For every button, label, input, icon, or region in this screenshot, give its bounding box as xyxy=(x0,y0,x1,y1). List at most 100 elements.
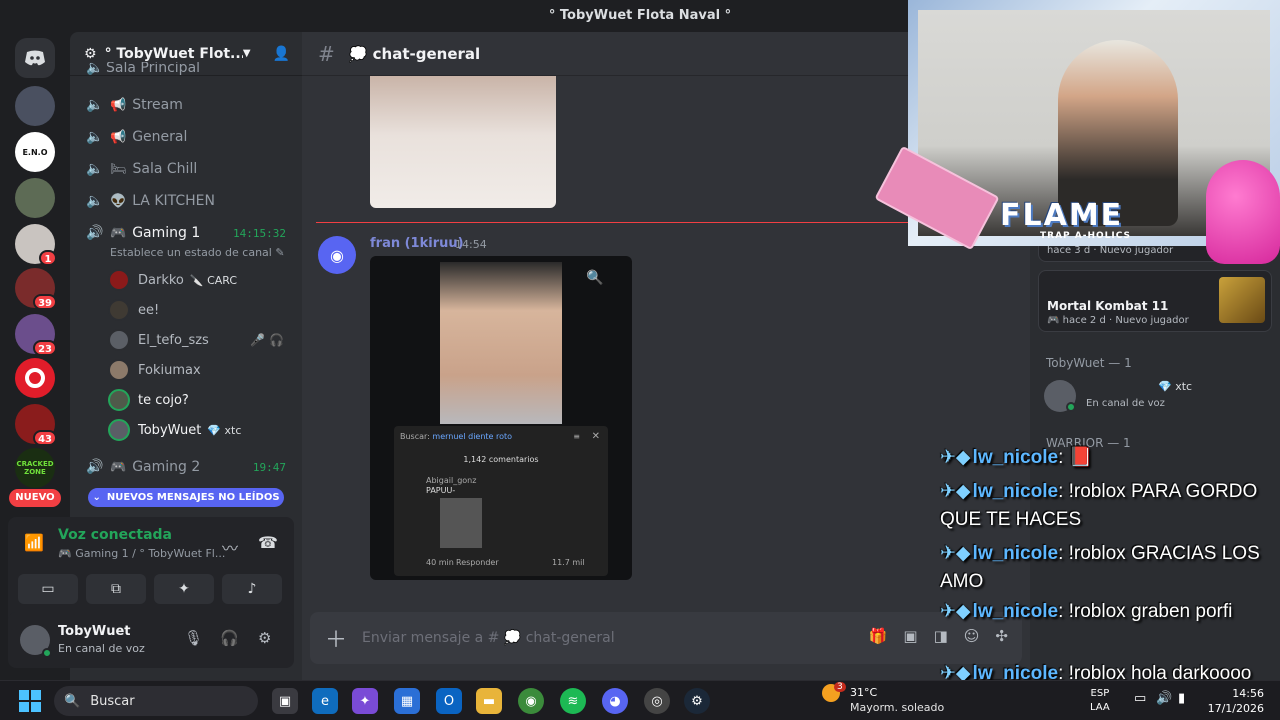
copilot-icon[interactable]: ✦ xyxy=(352,688,378,714)
chat-nick: lw_nicole xyxy=(972,543,1059,564)
speaker-icon: 🔈 xyxy=(86,193,104,209)
screenshare-button[interactable]: ⧉ xyxy=(86,574,146,604)
server-icon[interactable]: 1 xyxy=(15,224,57,266)
message-author[interactable]: fran (1kiruu) xyxy=(370,236,464,251)
volume-icon[interactable]: 🔊 xyxy=(1156,691,1172,706)
voice-user[interactable]: El_tefo_szs 🎤🎧 xyxy=(108,327,288,353)
channel-name: Gaming 2 xyxy=(132,459,201,475)
channel-emoji: 📢 xyxy=(110,97,127,113)
voice-user-name: Darkko xyxy=(138,272,184,288)
server-icon[interactable]: 39 xyxy=(15,268,57,310)
user-panel: TobyWuet En canal de voz 🎙 🎧 ⚙ xyxy=(8,612,294,668)
voice-user[interactable]: ee! xyxy=(108,297,288,323)
home-button[interactable] xyxy=(15,38,55,78)
voice-connected-title[interactable]: Voz conectada xyxy=(58,527,172,543)
video-attachment[interactable]: 🔍 Buscar: mernuel diente roto ≡ ✕ 1,142 … xyxy=(370,256,632,580)
display-icon[interactable]: ▭ xyxy=(1134,691,1146,706)
spotify-icon[interactable]: ≋ xyxy=(560,688,586,714)
discord-logo-icon xyxy=(25,50,45,66)
channel-gaming-2[interactable]: 🔊 🎮 Gaming 2 19:47 xyxy=(78,453,294,481)
chrome-icon[interactable]: ◉ xyxy=(518,688,544,714)
weather-widget[interactable]: 3 31°C Mayorm. soleado xyxy=(822,682,944,714)
zoom-icon[interactable]: 🔍 xyxy=(586,270,603,286)
new-badge[interactable]: NUEVO xyxy=(9,489,61,507)
voice-timer: 19:47 xyxy=(252,460,286,474)
message-input[interactable]: Enviar mensaje a # 💭 chat-general xyxy=(362,630,615,646)
signal-icon: 📶 xyxy=(24,533,44,552)
steam-icon[interactable]: ⚙ xyxy=(684,688,710,714)
channel-status-prompt[interactable]: Establece un estado de canal ✎ xyxy=(110,246,285,259)
channel-title: 💭 chat-general xyxy=(348,44,481,63)
battery-icon[interactable]: ▮ xyxy=(1178,691,1185,706)
video-thumbnail xyxy=(440,262,562,424)
channel-gaming-1[interactable]: 🔊 🎮 Gaming 1 14:15:32 xyxy=(78,219,294,247)
voice-user[interactable]: TobyWuet 💎 xtc xyxy=(108,417,288,443)
channel-la-kitchen[interactable]: 🔈 👽 LA KITCHEN xyxy=(78,187,294,215)
server-icon[interactable]: 43 xyxy=(15,404,57,446)
microphone-icon[interactable]: 🎙 xyxy=(184,629,203,647)
invite-icon[interactable]: 👤 xyxy=(273,46,290,62)
attachment-image[interactable] xyxy=(370,76,556,208)
overlay-chat-line: ✈◆ lw_nicole: 📕 xyxy=(940,444,1280,472)
chevron-down-icon[interactable]: ▼ xyxy=(243,48,251,59)
headphones-icon[interactable]: 🎧 xyxy=(220,629,239,647)
soundboard-icon: ♪ xyxy=(247,581,257,597)
user-name[interactable]: TobyWuet xyxy=(58,624,130,639)
unread-badge: 39 xyxy=(33,294,57,310)
gift-icon[interactable]: 🎁 xyxy=(869,627,888,645)
channel-name: Sala Chill xyxy=(132,161,198,177)
channel-general[interactable]: 🔈 📢 General xyxy=(78,123,294,151)
task-view-icon[interactable]: ▣ xyxy=(272,688,298,714)
taskbar-search[interactable]: 🔍 Buscar xyxy=(54,686,258,716)
search-label: Buscar xyxy=(90,693,135,709)
voice-user-name: te cojo? xyxy=(138,392,189,408)
server-icon-opera[interactable] xyxy=(15,358,55,398)
reply-label: Responder xyxy=(456,558,499,567)
activities-button[interactable]: ✦ xyxy=(154,574,214,604)
speaker-active-icon: 🔊 xyxy=(86,225,104,241)
speaker-icon: 🔈 xyxy=(86,161,104,177)
discord-icon[interactable]: ◕ xyxy=(602,688,628,714)
channel-sala-chill[interactable]: 🔈 🛏 Sala Chill xyxy=(78,155,294,183)
new-messages-pill[interactable]: ⌄ NUEVOS MENSAJES NO LEÍDOS xyxy=(88,488,284,507)
soundboard-button[interactable]: ♪ xyxy=(222,574,282,604)
channel-sala-principal[interactable]: 🔈 Sala Principal xyxy=(78,62,294,76)
weather-temp: 31°C xyxy=(850,686,878,699)
user-status: En canal de voz xyxy=(58,642,145,655)
language-indicator[interactable]: ESP LAA xyxy=(1090,687,1110,715)
server-icon[interactable] xyxy=(15,178,55,218)
chat-nick: lw_nicole xyxy=(972,447,1059,468)
channel-stream[interactable]: 🔈 📢 Stream xyxy=(78,91,294,119)
file-explorer-icon[interactable]: ▬ xyxy=(476,688,502,714)
disconnect-icon[interactable]: ☎ xyxy=(258,533,278,552)
search-icon: 🔍 xyxy=(64,693,81,709)
voice-user[interactable]: te cojo? xyxy=(108,387,288,413)
outlook-icon[interactable]: O xyxy=(436,688,462,714)
speaker-icon: 🔈 xyxy=(86,97,104,113)
message-composer[interactable]: ＋ Enviar mensaje a # 💭 chat-general 🎁 ▣ … xyxy=(310,612,1022,664)
edge-icon[interactable]: e xyxy=(312,688,338,714)
server-icon-eno[interactable]: E.N.O xyxy=(15,132,55,172)
camera-button[interactable]: ▭ xyxy=(18,574,78,604)
noise-suppression-icon[interactable]: 〰 xyxy=(222,535,238,559)
settings-icon[interactable]: ⚙ xyxy=(258,629,271,647)
overlay-chat-line: ✈◆ lw_nicole: !roblox GRACIAS LOS AMO xyxy=(940,540,1280,596)
gif-icon[interactable]: ▣ xyxy=(903,627,917,645)
channel-emoji: 🛏 xyxy=(110,161,127,177)
voice-connected-channel[interactable]: 🎮 Gaming 1 / ° TobyWuet Fl... xyxy=(58,547,225,560)
voice-user[interactable]: Fokiumax xyxy=(108,357,288,383)
windows-start-icon[interactable] xyxy=(18,689,42,713)
avatar[interactable]: ◉ xyxy=(318,236,356,274)
obs-icon[interactable]: ◎ xyxy=(644,688,670,714)
server-icon-cracked-zone[interactable]: CRACKED ZONE xyxy=(15,448,55,488)
store-icon[interactable]: ▦ xyxy=(394,688,420,714)
unread-badge: 23 xyxy=(33,340,57,356)
add-attachment-icon[interactable]: ＋ xyxy=(310,622,362,654)
activities-icon: ✦ xyxy=(178,581,190,597)
server-icon[interactable] xyxy=(15,86,55,126)
chat-nick: lw_nicole xyxy=(972,481,1059,502)
server-icon[interactable]: 23 xyxy=(15,314,57,356)
voice-user[interactable]: Darkko 🔪 CARC xyxy=(108,267,288,293)
chevron-down-icon: ⌄ xyxy=(92,492,101,503)
system-clock[interactable]: 14:56 17/1/2026 xyxy=(1206,686,1264,716)
